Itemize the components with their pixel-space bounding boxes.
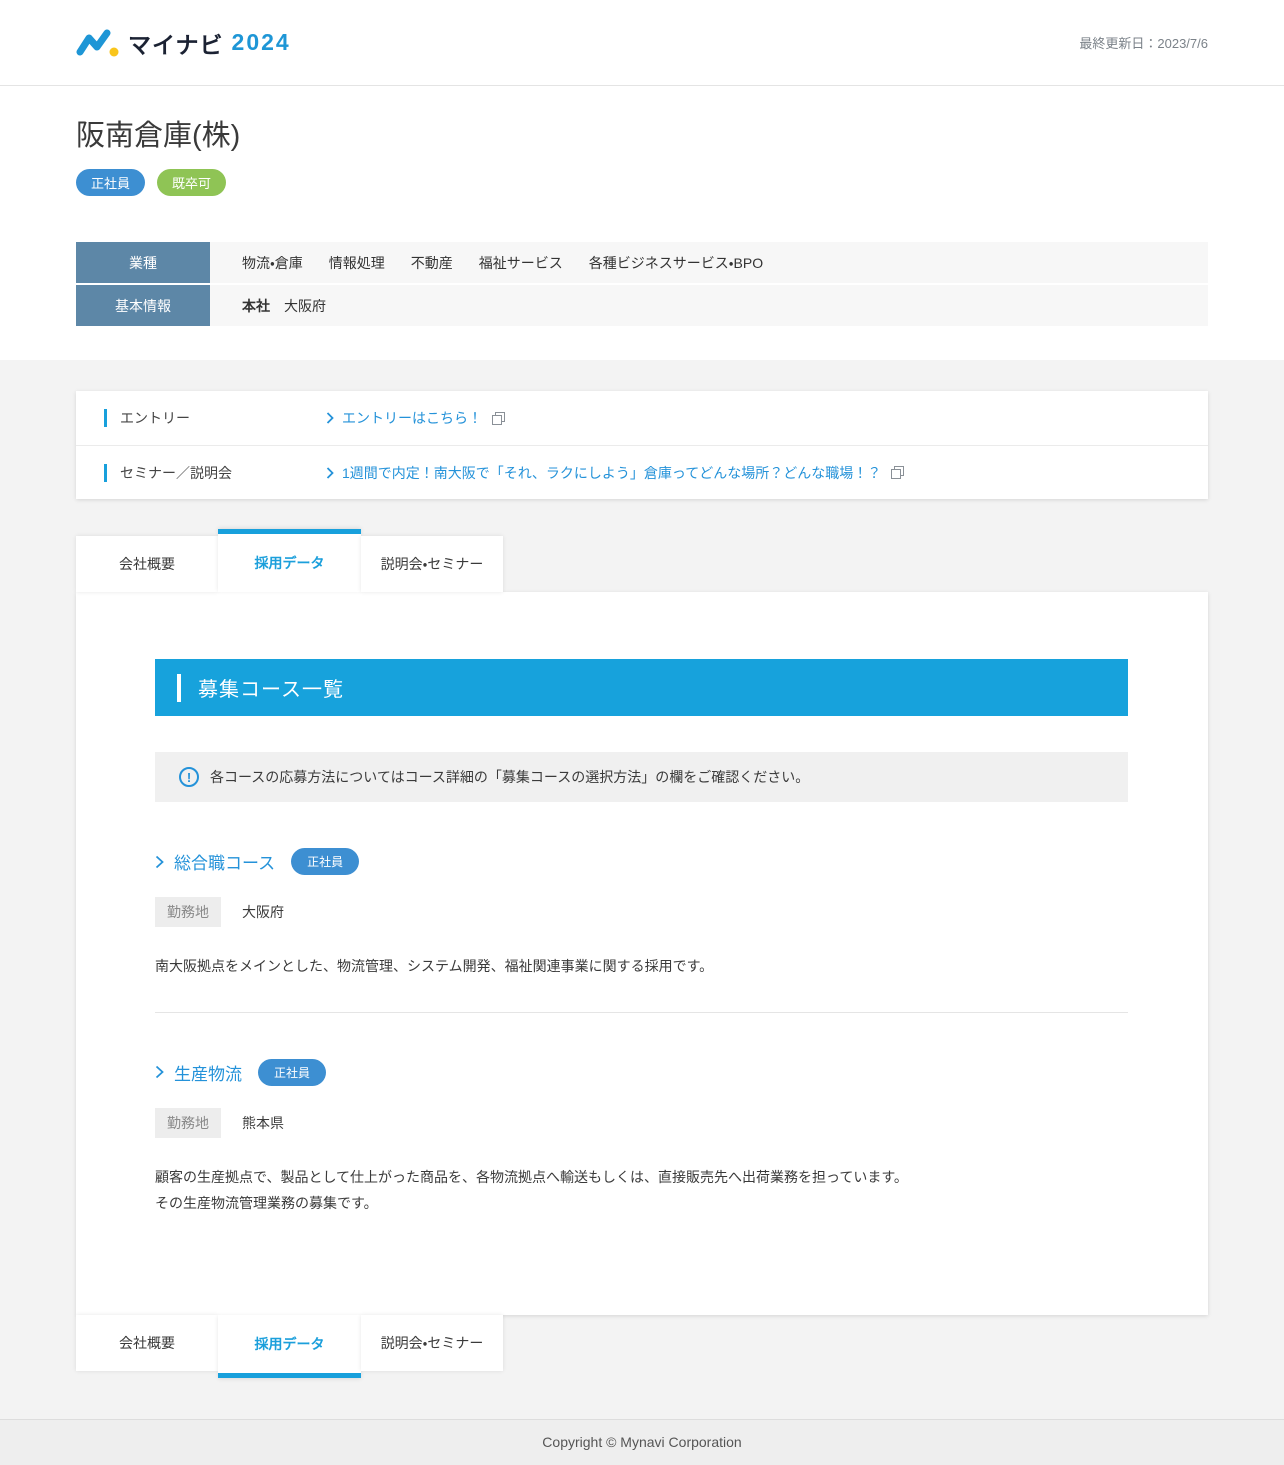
entry-label: エントリー xyxy=(104,408,326,428)
chevron-right-icon xyxy=(326,412,334,424)
industry-value-cell: 物流・倉庫 情報処理 不動産 福祉サービス 各種ビジネスサービス・BPO xyxy=(210,242,1208,283)
course-list-title: 募集コース一覧 xyxy=(198,679,344,701)
course-location-row: 勤務地 熊本県 xyxy=(155,1107,1128,1138)
label-accent-bar xyxy=(104,463,107,482)
mynavi-logo[interactable]: マイナビ 2024 xyxy=(76,26,291,60)
course-separator xyxy=(155,1011,1128,1013)
course-general-link[interactable]: 総合職コース xyxy=(155,849,275,874)
company-hero: 阪南倉庫(株) 正社員 既卒可 業種 物流・倉庫 情報処理 不動産 福祉サービス… xyxy=(0,86,1284,360)
seminar-row: セミナー／説明会 1週間で内定！南大阪で「それ、ラクにしよう」倉庫ってどんな場所… xyxy=(76,445,1208,499)
industry-item: 情報処理 xyxy=(328,254,385,271)
industry-item: 不動産 xyxy=(410,254,453,271)
notice-text: 各コースの応募方法についてはコース詳細の「募集コースの選択方法」の欄をご確認くだ… xyxy=(210,769,810,785)
course-title: 生産物流 xyxy=(174,1064,242,1084)
course-badge-fulltime: 正社員 xyxy=(291,848,360,875)
course-item-general: 総合職コース 正社員 勤務地 大阪府 南大阪拠点をメインとした、物流管理、システ… xyxy=(155,848,1128,1013)
tab-bar-top: 会社概要 採用データ 説明会・セミナー xyxy=(76,529,1208,592)
course-location-row: 勤務地 大阪府 xyxy=(155,897,1128,927)
copyright-text: Copyright © Mynavi Corporation xyxy=(542,1434,742,1451)
course-title: 総合職コース xyxy=(174,854,276,873)
seminar-link[interactable]: 1週間で内定！南大阪で「それ、ラクにしよう」倉庫ってどんな場所？どんな職場！？ xyxy=(326,463,905,483)
company-info-table: 業種 物流・倉庫 情報処理 不動産 福祉サービス 各種ビジネスサービス・BPO … xyxy=(76,242,1208,326)
course-heading: 総合職コース 正社員 xyxy=(155,848,1128,875)
site-header: マイナビ 2024 最終更新日：2023/7/6 xyxy=(0,0,1284,86)
course-description: 南大阪拠点をメインとした、物流管理、システム開発、福祉関連事業に関する採用です。 xyxy=(155,954,1128,980)
logo-brand-text: マイナビ xyxy=(128,31,224,58)
mynavi-wave-icon xyxy=(76,27,120,59)
info-icon: ! xyxy=(179,767,199,787)
course-description-line: 南大阪拠点をメインとした、物流管理、システム開発、福祉関連事業に関する採用です。 xyxy=(155,958,714,974)
table-row-basic-info: 基本情報 本社 大阪府 xyxy=(76,285,1208,326)
course-production-link[interactable]: 生産物流 xyxy=(155,1060,242,1085)
table-row-industry: 業種 物流・倉庫 情報処理 不動産 福祉サービス 各種ビジネスサービス・BPO xyxy=(76,242,1208,283)
site-footer: Copyright © Mynavi Corporation xyxy=(0,1418,1284,1465)
tab-bar-bottom: 会社概要 採用データ 説明会・セミナー xyxy=(76,1314,1208,1378)
course-list-banner: 募集コース一覧 xyxy=(155,659,1128,716)
last-updated-date: 最終更新日：2023/7/6 xyxy=(1079,36,1208,51)
seminar-label-text: セミナー／説明会 xyxy=(120,464,232,481)
tab-recruit-data-bottom[interactable]: 採用データ xyxy=(218,1314,361,1378)
course-description-line: 顧客の生産拠点で、製品として仕上がった商品を、各物流拠点へ輸送もしくは、直接販売… xyxy=(155,1168,908,1185)
badge-fulltime: 正社員 xyxy=(76,169,146,196)
basic-info-value-cell: 本社 大阪府 xyxy=(210,285,1208,326)
external-link-icon xyxy=(891,466,905,479)
basic-info-header-cell: 基本情報 xyxy=(76,285,210,326)
course-badge-fulltime: 正社員 xyxy=(258,1058,327,1086)
headquarters-value: 大阪府 xyxy=(284,297,326,314)
tab-seminar-bottom[interactable]: 説明会・セミナー xyxy=(361,1314,503,1371)
location-label: 勤務地 xyxy=(155,897,221,927)
badge-graduates-ok: 既卒可 xyxy=(157,169,227,196)
tab-seminar[interactable]: 説明会・セミナー xyxy=(361,536,503,592)
industry-header-cell: 業種 xyxy=(76,242,210,283)
seminar-link-text: 1週間で内定！南大阪で「それ、ラクにしよう」倉庫ってどんな場所？どんな職場！？ xyxy=(342,464,882,481)
industry-item: 物流・倉庫 xyxy=(242,254,303,271)
recruit-data-panel: 募集コース一覧 ! 各コースの応募方法についてはコース詳細の「募集コースの選択方… xyxy=(76,592,1208,1315)
course-heading: 生産物流 正社員 xyxy=(155,1058,1128,1086)
tab-company-overview[interactable]: 会社概要 xyxy=(76,536,218,592)
external-link-icon xyxy=(492,411,505,425)
chevron-right-icon xyxy=(155,1065,164,1079)
label-accent-bar xyxy=(104,409,107,427)
location-label: 勤務地 xyxy=(155,1107,221,1138)
tab-company-overview-bottom[interactable]: 会社概要 xyxy=(76,1314,218,1371)
headquarters-label: 本社 xyxy=(242,297,270,314)
tab-recruit-data[interactable]: 採用データ xyxy=(218,529,361,592)
industry-item: 福祉サービス xyxy=(478,254,563,271)
industry-item: 各種ビジネスサービス・BPO xyxy=(588,254,764,271)
location-value: 熊本県 xyxy=(242,1114,284,1131)
chevron-right-icon xyxy=(326,466,334,479)
company-name: 阪南倉庫(株) xyxy=(76,120,241,152)
footer-spacer xyxy=(0,1377,1284,1419)
course-description: 顧客の生産拠点で、製品として仕上がった商品を、各物流拠点へ輸送もしくは、直接販売… xyxy=(155,1165,1128,1217)
entry-row: エントリー エントリーはこちら！ xyxy=(76,391,1208,445)
main-content-area: エントリー エントリーはこちら！ セミナー／説明会 1週間で内定！南大阪で「それ… xyxy=(0,360,1284,1419)
entry-here-link[interactable]: エントリーはこちら！ xyxy=(326,408,505,428)
entry-label-text: エントリー xyxy=(120,410,190,426)
entry-card: エントリー エントリーはこちら！ セミナー／説明会 1週間で内定！南大阪で「それ… xyxy=(76,391,1208,499)
chevron-right-icon xyxy=(155,855,164,869)
entry-link-text: エントリーはこちら！ xyxy=(342,410,482,426)
course-item-production-logistics: 生産物流 正社員 勤務地 熊本県 顧客の生産拠点で、製品として仕上がった商品を、… xyxy=(155,1058,1128,1217)
logo-year-text: 2024 xyxy=(231,29,291,55)
banner-accent-bar xyxy=(177,673,181,702)
course-description-line: その生産物流管理業務の募集です。 xyxy=(155,1194,378,1211)
seminar-label: セミナー／説明会 xyxy=(104,463,326,483)
location-value: 大阪府 xyxy=(242,904,284,920)
notice-box: ! 各コースの応募方法についてはコース詳細の「募集コースの選択方法」の欄をご確認… xyxy=(155,752,1128,802)
company-badges: 正社員 既卒可 xyxy=(76,169,1208,196)
